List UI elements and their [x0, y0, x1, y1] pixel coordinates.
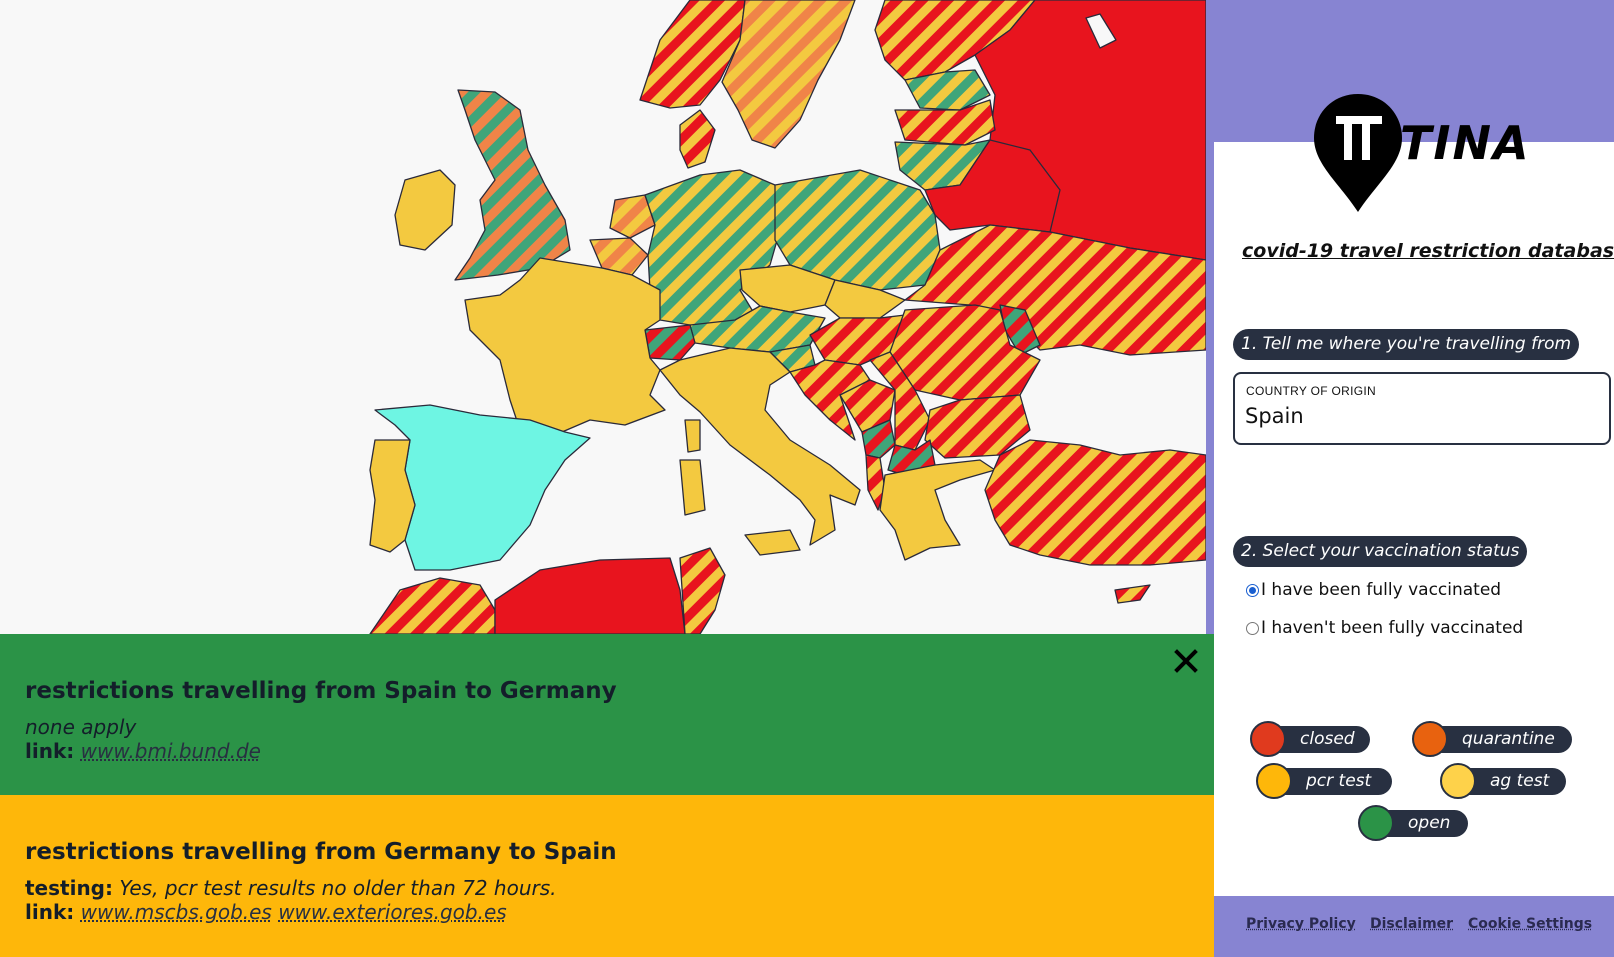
radio-not-fully-vaccinated[interactable]: I haven't been fully vaccinated	[1246, 618, 1523, 638]
legend-quarantine-label: quarantine	[1462, 726, 1555, 753]
radio-checked-icon[interactable]	[1246, 584, 1259, 597]
legend-closed-label: closed	[1300, 726, 1355, 753]
panel-to-link-1[interactable]: www.bmi.bund.de	[81, 739, 261, 763]
country-tunisia	[680, 548, 725, 634]
step2-heading: 2. Select your vaccination status	[1233, 536, 1527, 567]
radio-fully-vaccinated[interactable]: I have been fully vaccinated	[1246, 580, 1501, 600]
panel-from-testing-row: testing: Yes, pcr test results no older …	[25, 876, 557, 900]
country-sicily	[745, 530, 800, 555]
country-algeria	[495, 558, 685, 634]
legend-pcr-test: pcr test	[1262, 768, 1392, 795]
country-sardinia	[680, 460, 705, 515]
country-sweden	[722, 0, 855, 148]
sidebar: TINAR covid-19 travel restriction databa…	[1206, 0, 1614, 957]
country-corsica	[685, 420, 700, 452]
country-france	[465, 258, 665, 435]
cookie-settings-link[interactable]: Cookie Settings	[1468, 916, 1592, 932]
country-of-origin-field[interactable]: COUNTRY OF ORIGIN	[1233, 372, 1611, 445]
panel-from-link-label: link:	[25, 900, 74, 924]
panel-to-title: restrictions travelling from Spain to Ge…	[25, 678, 617, 704]
legend-ag-test: ag test	[1446, 768, 1566, 795]
country-uk	[455, 90, 570, 280]
disclaimer-link[interactable]: Disclaimer	[1370, 916, 1453, 932]
country-denmark	[680, 110, 715, 168]
legend-quarantine: quarantine	[1418, 726, 1572, 753]
privacy-policy-link[interactable]: Privacy Policy	[1246, 916, 1356, 932]
brand-logo-text: TINAR	[1400, 116, 1530, 170]
legend-dot-icon	[1250, 721, 1286, 757]
panel-from-testing-text: Yes, pcr test results no older than 72 h…	[119, 876, 556, 900]
country-cyprus	[1115, 585, 1150, 603]
close-button[interactable]	[1172, 647, 1200, 675]
tagline: covid-19 travel restriction database	[1242, 240, 1602, 262]
panel-to-link-label: link:	[25, 739, 74, 763]
country-of-origin-label: COUNTRY OF ORIGIN	[1246, 384, 1376, 398]
country-ireland	[395, 170, 455, 250]
radio-not-fully-vaccinated-label: I haven't been fully vaccinated	[1261, 618, 1523, 638]
legend-ag-test-label: ag test	[1490, 768, 1549, 795]
legend-dot-icon	[1358, 805, 1394, 841]
legend-pcr-test-label: pcr test	[1306, 768, 1371, 795]
panel-to-status: none apply	[25, 715, 136, 739]
panel-from-title: restrictions travelling from Germany to …	[25, 839, 617, 865]
step1-heading: 1. Tell me where you're travelling from	[1233, 329, 1579, 360]
legend-dot-icon	[1412, 721, 1448, 757]
legend-dot-icon	[1440, 763, 1476, 799]
panel-from-link-2[interactable]: www.exteriores.gob.es	[278, 900, 506, 924]
country-turkey	[985, 440, 1206, 565]
panel-from-link-row: link: www.mscbs.gob.es www.exteriores.go…	[25, 900, 507, 924]
legend-open-label: open	[1408, 810, 1450, 837]
panel-to-status-text: none apply	[25, 715, 136, 739]
brand-logo[interactable]: TINAR	[1310, 94, 1530, 214]
legend-open: open	[1364, 810, 1468, 837]
panel-destination-to-origin: restrictions travelling from Germany to …	[0, 795, 1214, 957]
country-switzerland	[645, 325, 695, 360]
sidebar-footer: Privacy Policy Disclaimer Cookie Setting…	[1214, 896, 1614, 957]
country-morocco	[370, 578, 495, 634]
country-greece	[880, 460, 995, 560]
legend-dot-icon	[1256, 763, 1292, 799]
radio-unchecked-icon[interactable]	[1246, 622, 1259, 635]
close-icon[interactable]	[1172, 647, 1200, 675]
panel-to-link-row: link: www.bmi.bund.de	[25, 739, 261, 763]
panel-from-link-1[interactable]: www.mscbs.gob.es	[81, 900, 272, 924]
map-pin-icon: TINAR	[1310, 94, 1530, 214]
panel-from-testing-label: testing:	[25, 876, 113, 900]
radio-fully-vaccinated-label: I have been fully vaccinated	[1261, 580, 1501, 600]
country-of-origin-input[interactable]	[1245, 404, 1595, 428]
legend-closed: closed	[1256, 726, 1370, 753]
panel-origin-to-destination: restrictions travelling from Spain to Ge…	[0, 634, 1214, 795]
